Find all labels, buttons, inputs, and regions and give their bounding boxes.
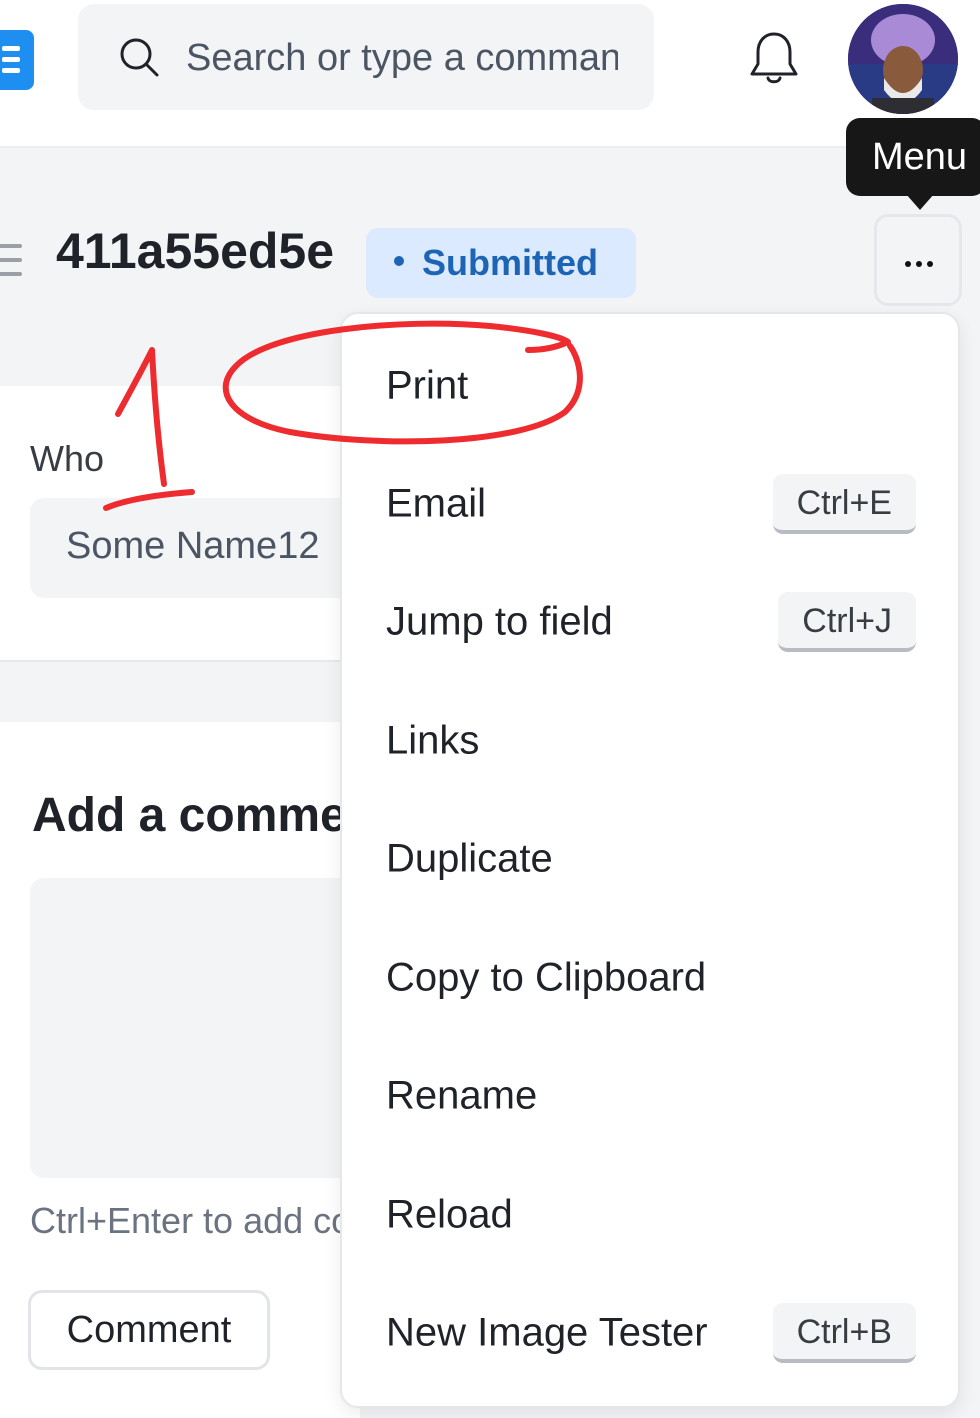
shortcut-badge: Ctrl+B xyxy=(772,1303,916,1363)
more-menu-button[interactable] xyxy=(874,214,962,306)
menu-item-duplicate[interactable]: Duplicate xyxy=(342,809,958,909)
menu-item-label: Email xyxy=(386,481,487,526)
menu-item-jump-to-field[interactable]: Jump to field Ctrl+J xyxy=(342,572,958,672)
menu-item-label: Links xyxy=(386,718,480,763)
menu-item-new-image-tester[interactable]: New Image Tester Ctrl+B xyxy=(342,1283,958,1383)
shortcut-badge: Ctrl+J xyxy=(778,592,916,652)
comment-button[interactable]: Comment xyxy=(28,1290,270,1370)
menu-item-label: New Image Tester xyxy=(386,1310,708,1355)
status-dot-icon xyxy=(394,256,404,267)
menu-item-label: Rename xyxy=(386,1073,538,1118)
menu-item-print[interactable]: Print xyxy=(342,336,958,436)
menu-item-copy-to-clipboard[interactable]: Copy to Clipboard xyxy=(342,928,958,1028)
actions-dropdown-menu: Print Email Ctrl+E Jump to field Ctrl+J … xyxy=(340,312,960,1408)
menu-item-links[interactable]: Links xyxy=(342,691,958,791)
status-label: Submitted xyxy=(422,242,598,283)
search-input[interactable] xyxy=(186,26,618,90)
top-navbar xyxy=(0,0,980,148)
app-logo-icon[interactable] xyxy=(0,30,34,90)
menu-item-label: Reload xyxy=(386,1192,513,1237)
who-field[interactable]: Some Name12 xyxy=(30,498,360,598)
menu-tooltip: Menu xyxy=(846,118,980,196)
shortcut-badge: Ctrl+E xyxy=(772,474,916,534)
comment-section: Add a comment Ctrl+Enter to add comment … xyxy=(0,722,461,1418)
form-section: Who Some Name12 xyxy=(0,386,360,662)
bell-icon[interactable] xyxy=(748,30,800,86)
menu-item-label: Jump to field xyxy=(386,599,613,644)
avatar[interactable] xyxy=(848,4,958,114)
page-title: 411a55ed5e xyxy=(56,223,335,279)
sidebar-toggle-icon[interactable] xyxy=(0,242,24,278)
menu-item-rename[interactable]: Rename xyxy=(342,1046,958,1146)
menu-item-label: Copy to Clipboard xyxy=(386,955,707,1000)
menu-item-label: Duplicate xyxy=(386,836,553,881)
comment-title: Add a comment xyxy=(32,789,393,842)
tooltip-arrow xyxy=(906,194,934,210)
menu-item-reload[interactable]: Reload xyxy=(342,1165,958,1265)
search-icon xyxy=(120,38,159,77)
status-badge: Submitted xyxy=(366,228,636,298)
menu-item-email[interactable]: Email Ctrl+E xyxy=(342,454,958,554)
who-label: Who xyxy=(30,438,105,479)
menu-item-label: Print xyxy=(386,363,469,408)
comment-input[interactable] xyxy=(30,878,360,1178)
